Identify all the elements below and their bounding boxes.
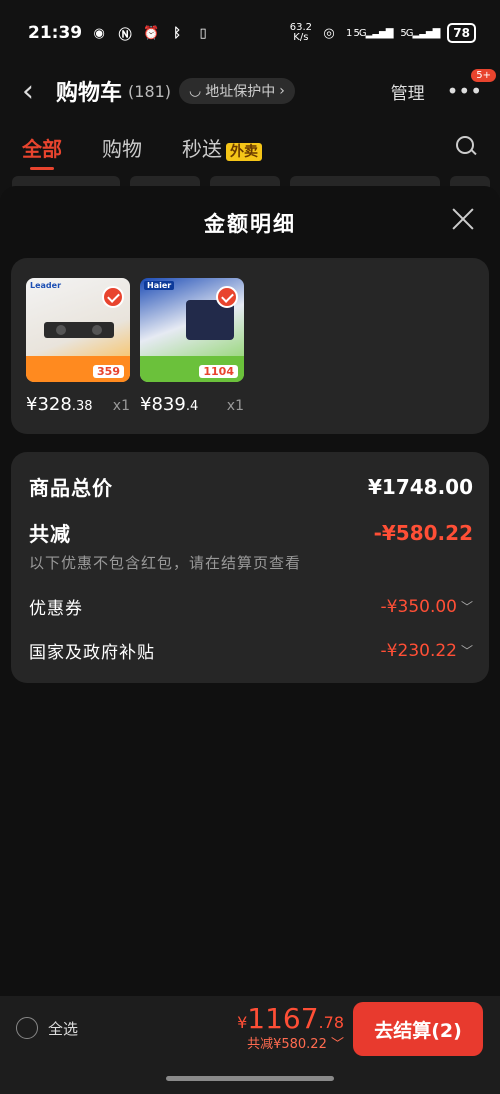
product-item[interactable]: Leader 359 ¥328.38 x1 (26, 278, 130, 415)
product-quantity: x1 (226, 398, 244, 414)
tab-all[interactable]: 全部 (22, 133, 62, 170)
manage-button[interactable]: 管理 (391, 79, 425, 104)
page-title: 购物车 (56, 81, 123, 106)
total-price-value: ¥1748.00 (367, 474, 473, 499)
promo-price: 359 (93, 365, 124, 378)
chevron-down-icon: ﹀ (460, 600, 473, 614)
brand-logo: Haier (144, 281, 175, 290)
total-decimal: .78 (318, 1013, 344, 1032)
chevron-down-icon: ﹀ (460, 644, 473, 658)
checkout-bar: 全选 ¥1167.78 共减¥580.22 ﹀ 去结算(2) (0, 996, 500, 1094)
alarm-icon: ⏰ (143, 25, 160, 41)
more-dots-icon: ••• (446, 79, 482, 103)
saved-amount: 共减¥580.22 (247, 1037, 327, 1052)
tab-instant-delivery[interactable]: 秒送 外卖 (182, 133, 262, 162)
status-bar: 21:39 ◉ Ⓝ ⏰ ᛒ ▯ 63.2 K/s ◎ 1 5G▂▃▅▇ 5G▂▃▅… (0, 0, 500, 66)
product-quantity: x1 (112, 398, 130, 414)
home-indicator[interactable] (166, 1076, 334, 1081)
close-icon[interactable] (450, 206, 476, 232)
subsidy-row[interactable]: 国家及政府补贴 -¥230.22 ﹀ (29, 638, 473, 664)
subsidy-value: -¥230.22 (380, 640, 457, 661)
sheet-title: 金额明细 (204, 212, 296, 236)
amount-detail-sheet: 金额明细 Leader 359 ¥328.38 x1 Haier 1104 ¥8… (0, 186, 500, 996)
more-button[interactable]: ••• 5+ (446, 69, 496, 103)
discount-value: -¥580.22 (373, 520, 473, 545)
tab-shopping[interactable]: 购物 (102, 133, 142, 162)
battery-icon: 78 (447, 23, 476, 43)
discount-label: 共减 (29, 522, 71, 546)
chevron-right-icon: › (279, 83, 285, 99)
status-time: 21:39 (28, 23, 83, 43)
sim2-signal-icon: 5G▂▃▅▇ (400, 27, 440, 39)
product-price: ¥328.38 (26, 394, 93, 415)
eye-icon: ◉ (93, 25, 105, 41)
vibrate-icon: ▯ (199, 25, 207, 41)
selected-check-icon[interactable] (102, 286, 124, 308)
product-image: Leader 359 (26, 278, 130, 382)
coupon-row[interactable]: 优惠券 -¥350.00 ﹀ (29, 594, 473, 620)
select-all-radio[interactable] (16, 1017, 38, 1039)
selected-check-icon[interactable] (216, 286, 238, 308)
checkout-button[interactable]: 去结算(2) (353, 1002, 483, 1056)
nfc-icon: Ⓝ (118, 27, 132, 43)
product-item[interactable]: Haier 1104 ¥839.4 x1 (140, 278, 244, 415)
cart-header: ‹ 购物车 (181) ◡ 地址保护中 › 管理 ••• 5+ (0, 66, 500, 116)
product-summary-card: Leader 359 ¥328.38 x1 Haier 1104 ¥839.4 … (11, 258, 489, 434)
discount-note: 以下优惠不包含红包，请在结算页查看 (29, 554, 302, 572)
product-price: ¥839.4 (140, 394, 199, 415)
total-price-label: 商品总价 (29, 476, 113, 500)
shield-icon: ◡ (189, 83, 202, 99)
cart-tabs: 全部 购物 秒送 外卖 (0, 122, 500, 172)
net-speed: 63.2 K/s (289, 22, 312, 43)
gas-stove-graphic (44, 322, 114, 338)
notification-badge: 5+ (471, 69, 496, 82)
promo-price: 1104 (199, 365, 238, 378)
coupon-value: -¥350.00 (380, 596, 457, 617)
currency-symbol: ¥ (237, 1013, 248, 1032)
select-all-toggle[interactable]: 全选 (16, 1017, 78, 1039)
takeout-badge: 外卖 (226, 142, 262, 161)
product-image: Haier 1104 (140, 278, 244, 382)
address-protection-pill[interactable]: ◡ 地址保护中 › (179, 78, 295, 104)
address-protection-label: 地址保护中 (205, 84, 276, 100)
select-all-label: 全选 (48, 1019, 79, 1038)
hotspot-icon: ◎ (323, 25, 335, 41)
search-icon[interactable] (456, 136, 478, 158)
subsidy-label: 国家及政府补贴 (29, 643, 155, 663)
sim1-signal-icon: 1 5G▂▃▅▇ (345, 27, 393, 39)
brand-logo: Leader (30, 281, 62, 290)
price-breakdown-card: 商品总价 ¥1748.00 共减 -¥580.22 以下优惠不包含红包，请在结算… (11, 452, 489, 683)
back-chevron-icon[interactable]: ‹ (22, 74, 50, 109)
coupon-label: 优惠券 (29, 599, 83, 619)
payable-total[interactable]: ¥1167.78 共减¥580.22 ﹀ (237, 1002, 344, 1052)
chevron-down-icon: ﹀ (330, 1037, 344, 1052)
bluetooth-icon: ᛒ (173, 25, 182, 41)
total-integer: 1167 (247, 1002, 319, 1035)
cart-count: (181) (128, 81, 172, 101)
